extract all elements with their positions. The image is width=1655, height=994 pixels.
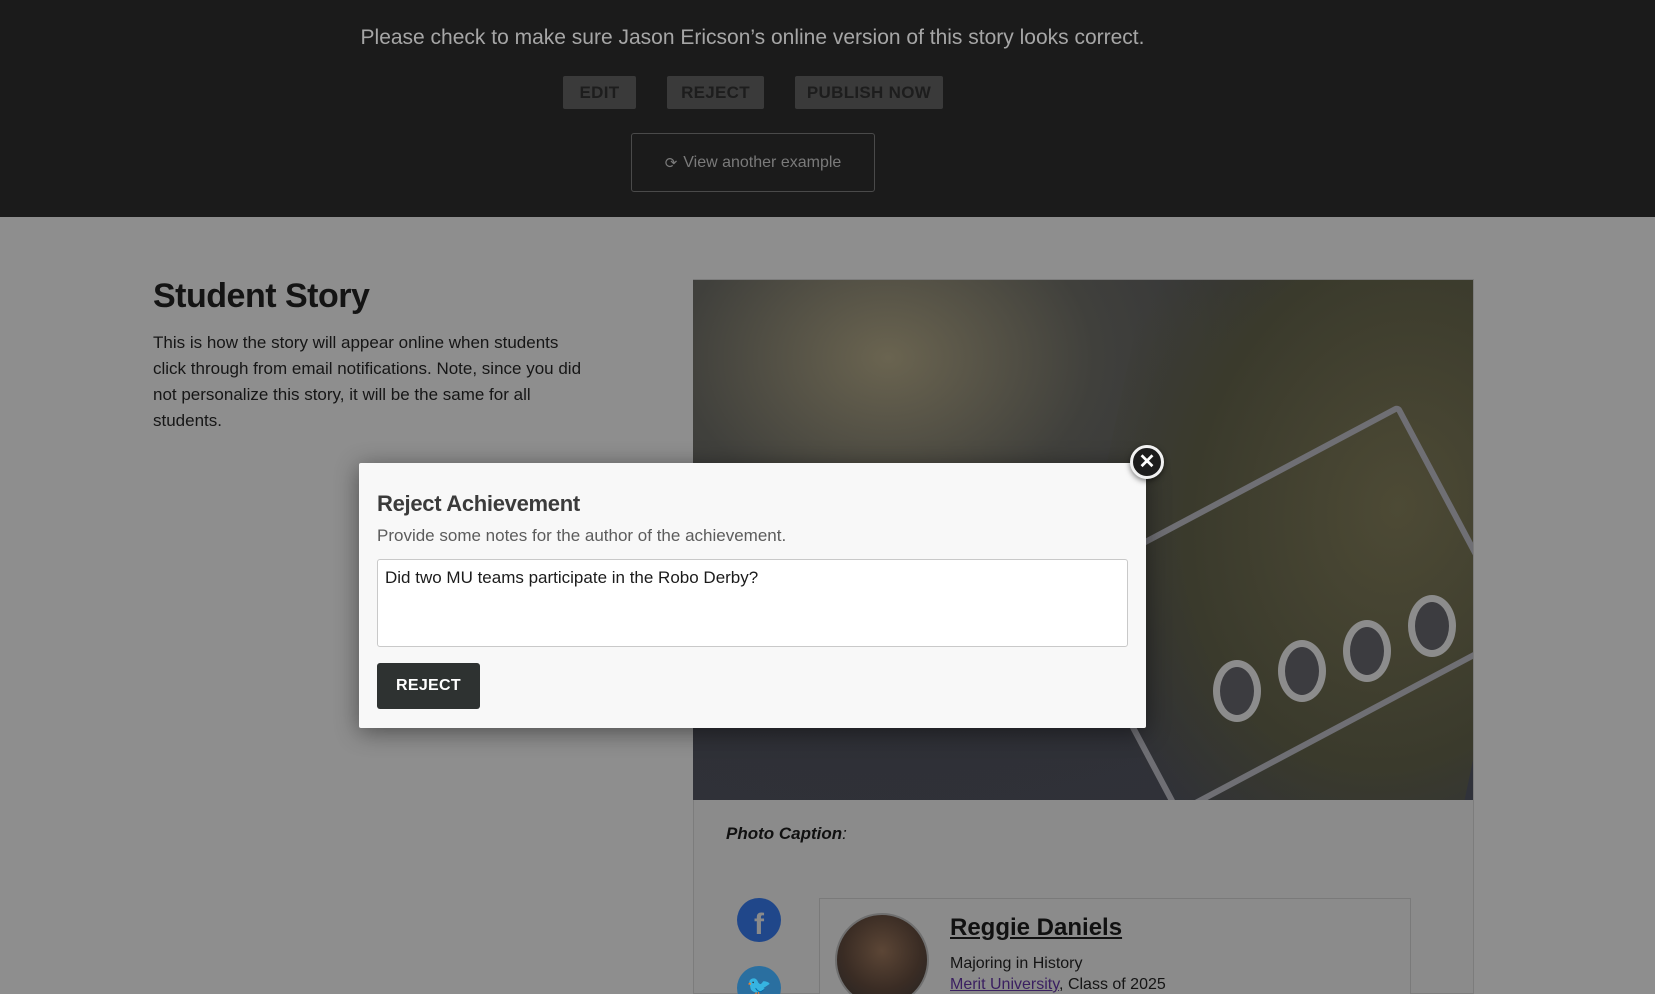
page-title: Student Story: [153, 277, 370, 315]
modal-subtitle: Provide some notes for the author of the…: [377, 526, 787, 545]
facebook-icon[interactable]: f: [737, 898, 781, 942]
profile-major: Majoring in History: [950, 955, 1083, 972]
profile-school: Merit University, Class of 2025: [950, 976, 1166, 994]
photo-caption: Photo Caption:: [726, 824, 847, 844]
reject-header-button[interactable]: REJECT: [667, 76, 764, 109]
profile-name-link[interactable]: Reggie Daniels: [950, 914, 1122, 942]
school-link[interactable]: Merit University: [950, 976, 1059, 993]
refresh-icon: ⟳: [664, 154, 678, 172]
edit-button[interactable]: EDIT: [563, 76, 636, 109]
review-header: Please check to make sure Jason Ericson’…: [0, 0, 1655, 217]
modal-title: Reject Achievement: [377, 491, 580, 516]
publish-now-button[interactable]: PUBLISH NOW: [795, 76, 943, 109]
photo-wheel: [1343, 620, 1391, 682]
photo-wheel: [1278, 640, 1326, 702]
view-another-example-button[interactable]: ⟳ View another example: [631, 133, 875, 192]
rejection-notes-input[interactable]: Did two MU teams participate in the Robo…: [377, 559, 1128, 647]
modal-reject-button[interactable]: REJECT: [377, 663, 480, 709]
photo-wheel: [1408, 595, 1456, 657]
photo-wheel: [1213, 660, 1261, 722]
photo-caption-label: Photo Caption: [726, 824, 843, 843]
review-message: Please check to make sure Jason Ericson’…: [360, 26, 1145, 49]
close-icon[interactable]: ✕: [1130, 445, 1164, 479]
story-description: This is how the story will appear online…: [153, 333, 582, 430]
view-another-example-label: View another example: [683, 153, 842, 171]
class-year: , Class of 2025: [1059, 976, 1166, 993]
photo-caption-colon: :: [842, 824, 847, 843]
